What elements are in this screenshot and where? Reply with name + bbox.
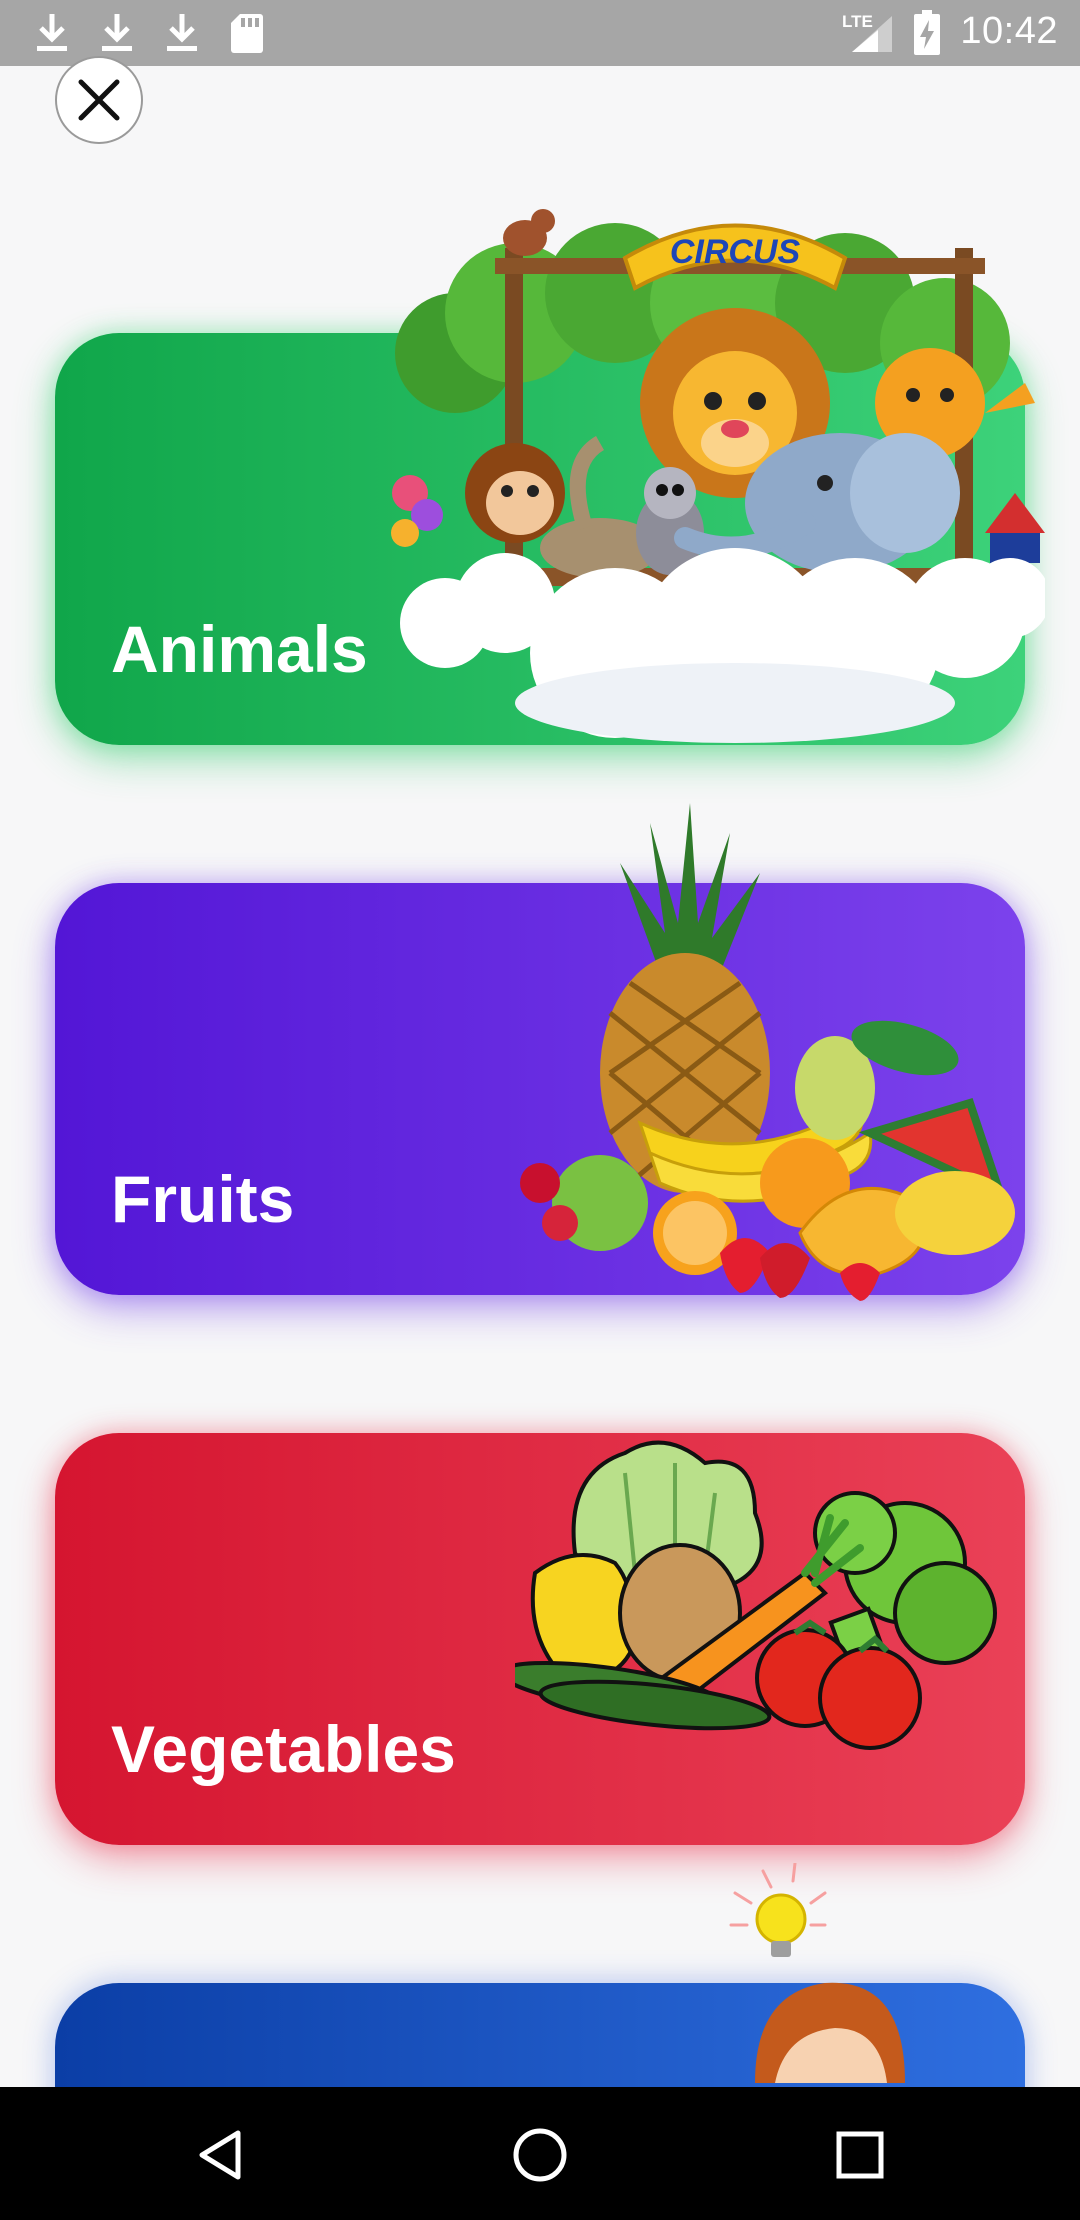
- close-button[interactable]: [55, 56, 143, 144]
- category-card-vegetables[interactable]: Vegetables: [55, 1433, 1025, 1845]
- lightbulb-boy-illustration: [729, 1863, 905, 2083]
- category-label-vegetables: Vegetables: [111, 1712, 456, 1786]
- status-bar: LTE 10:42: [0, 0, 1080, 66]
- category-label-fruits: Fruits: [111, 1162, 295, 1236]
- download-icon: [167, 14, 197, 51]
- recents-square-icon: [836, 2131, 884, 2179]
- signal-icon: [852, 16, 892, 52]
- home-circle-icon: [513, 2128, 567, 2182]
- category-card-animals[interactable]: Animals CIRCUS: [55, 209, 1045, 745]
- battery-charging-icon: [914, 10, 940, 55]
- navigation-bar: [0, 2087, 1080, 2220]
- download-icon: [37, 14, 67, 51]
- back-button[interactable]: [180, 2115, 260, 2195]
- circus-animals-illustration: CIRCUS: [391, 209, 1045, 743]
- download-icon: [102, 14, 132, 51]
- recents-button[interactable]: [820, 2115, 900, 2195]
- fruits-illustration: [520, 803, 1015, 1301]
- back-triangle-icon: [199, 2130, 241, 2180]
- circus-banner-text: CIRCUS: [670, 233, 801, 271]
- vegetables-illustration: [515, 1440, 997, 1750]
- home-button[interactable]: [500, 2115, 580, 2195]
- category-card-fruits[interactable]: Fruits: [55, 803, 1025, 1301]
- status-time: 10:42: [960, 10, 1058, 52]
- sd-card-icon: [231, 14, 263, 53]
- category-label-animals: Animals: [111, 612, 368, 686]
- close-icon: [78, 79, 120, 121]
- screen: LTE 10:42 Animals CIRCUS Fruits Vegetabl…: [0, 0, 1080, 2220]
